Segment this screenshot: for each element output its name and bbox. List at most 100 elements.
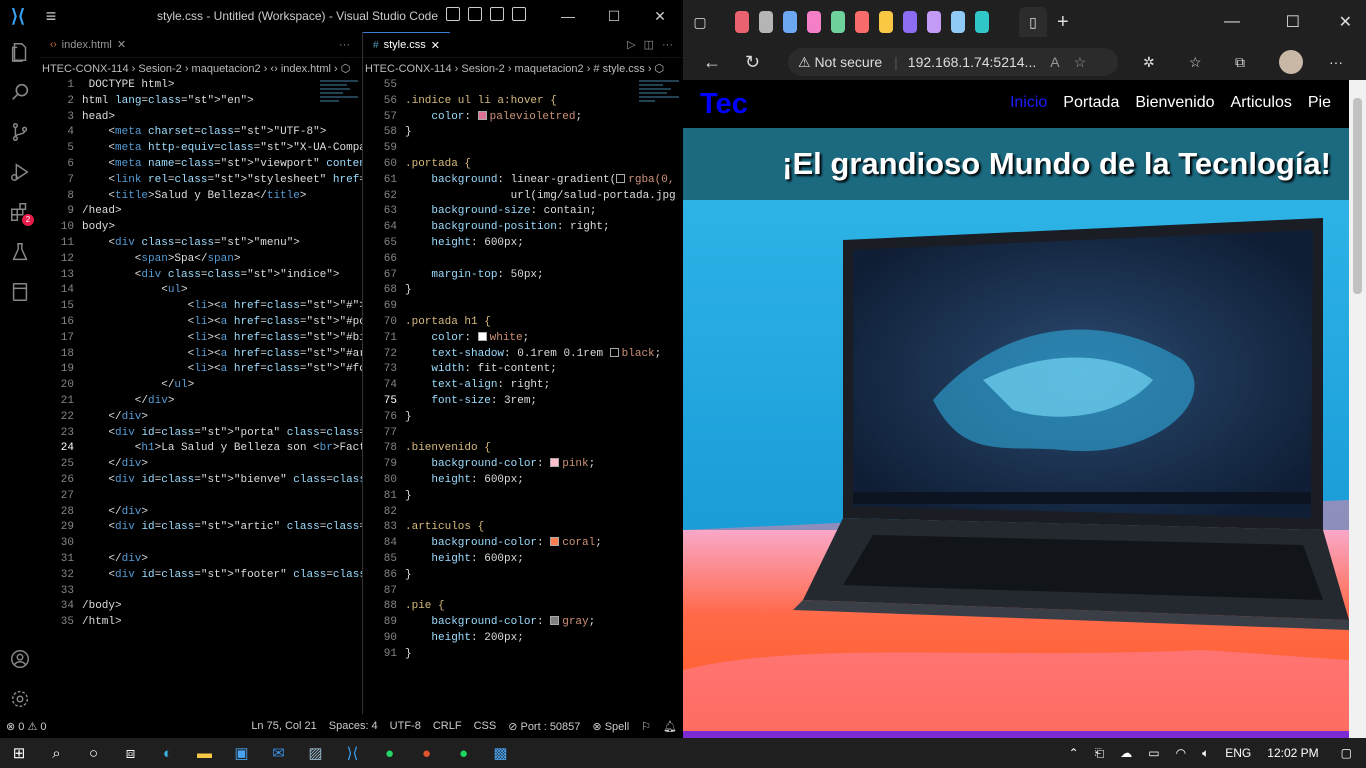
refresh-icon[interactable]: ↻ xyxy=(745,52,760,73)
minimap[interactable] xyxy=(639,78,679,158)
split-editor-icon[interactable]: ◫ xyxy=(644,38,662,51)
code-line[interactable]: 31 </div> xyxy=(40,552,362,568)
more-menu-icon[interactable]: ··· xyxy=(1329,54,1343,70)
edge-icon[interactable]: ◐ xyxy=(149,738,186,768)
code-line[interactable]: 68} xyxy=(363,283,683,299)
code-line[interactable]: 85 height: 600px; xyxy=(363,552,683,568)
remote-explorer-icon[interactable] xyxy=(0,272,40,312)
code-line[interactable]: 91} xyxy=(363,647,683,663)
new-tab-icon[interactable]: + xyxy=(1057,11,1069,34)
favorite-star-icon[interactable]: ☆ xyxy=(1074,54,1087,71)
code-line[interactable]: 13 <div class=class="st">"indice"> xyxy=(40,268,362,284)
not-secure-label[interactable]: ⚠ Not secure xyxy=(798,54,882,71)
code-line[interactable]: 62 url(img/salud-portada.jpg xyxy=(363,189,683,205)
code-line[interactable]: 84 background-color: coral; xyxy=(363,536,683,552)
toggle-secondary-sidebar-icon[interactable] xyxy=(490,7,504,21)
code-line[interactable]: 34/body> xyxy=(40,599,362,615)
explorer-icon[interactable] xyxy=(0,32,40,72)
code-line[interactable]: 18 <li><a href=class="st">"#artic">Artic… xyxy=(40,347,362,363)
code-line[interactable]: 12 <span>Spa</span> xyxy=(40,252,362,268)
store-icon[interactable]: ▣ xyxy=(223,738,260,768)
code-line[interactable]: 77 xyxy=(363,426,683,442)
problems-status[interactable]: ⊗ 0 ⚠ 0 xyxy=(0,720,52,733)
run-debug-icon[interactable] xyxy=(0,152,40,192)
code-line[interactable]: 14 <ul> xyxy=(40,283,362,299)
code-line[interactable]: 35/html> xyxy=(40,615,362,631)
site-logo[interactable]: Tec xyxy=(700,88,748,121)
minimize-icon[interactable]: — xyxy=(545,0,591,32)
browser-tab-favicon[interactable] xyxy=(855,11,869,33)
code-line[interactable]: 82 xyxy=(363,505,683,521)
search-icon[interactable] xyxy=(0,72,40,112)
feedback-icon[interactable]: ⚐ xyxy=(635,720,657,733)
browser-tab-favicon[interactable] xyxy=(927,11,941,33)
code-line[interactable]: 23 <div id=class="st">"porta" class=clas… xyxy=(40,426,362,442)
photos-icon[interactable]: ▨ xyxy=(297,738,334,768)
code-line[interactable]: 20 </ul> xyxy=(40,378,362,394)
tab-index-html[interactable]: ‹› index.html ✕ xyxy=(40,32,136,58)
breadcrumb[interactable]: HTEC-CONX-114 › Sesion-2 › maquetacion2 … xyxy=(40,58,362,78)
testing-icon[interactable] xyxy=(0,232,40,272)
close-icon[interactable]: ✕ xyxy=(637,0,683,32)
code-line[interactable]: 87 xyxy=(363,584,683,600)
code-line[interactable]: 90 height: 200px; xyxy=(363,631,683,647)
avatar[interactable] xyxy=(1279,50,1303,74)
browser-tab-favicon[interactable] xyxy=(735,11,749,33)
code-line[interactable]: 63 background-size: contain; xyxy=(363,204,683,220)
code-line[interactable]: 32 <div id=class="st">"footer" class=cla… xyxy=(40,568,362,584)
hamburger-menu-icon[interactable]: ≡ xyxy=(36,6,66,27)
indentation[interactable]: Spaces: 4 xyxy=(323,720,384,732)
code-line[interactable]: 24 <h1>La Salud y Belleza son <br>Fact xyxy=(40,441,362,457)
code-line[interactable]: 3 head> xyxy=(40,110,362,126)
maximize-icon[interactable]: ☐ xyxy=(591,0,637,32)
tab-actions-icon[interactable]: ▢ xyxy=(683,14,717,31)
language-mode[interactable]: CSS xyxy=(468,720,503,732)
code-line[interactable]: 88 .pie { xyxy=(363,599,683,615)
mail-icon[interactable]: ✉ xyxy=(260,738,297,768)
browser-tab-favicon[interactable] xyxy=(903,11,917,33)
spotify-icon[interactable]: ● xyxy=(445,738,482,768)
file-explorer-icon[interactable]: ▬ xyxy=(186,738,223,768)
spell-check[interactable]: ⊗ Spell xyxy=(586,720,635,733)
powerpoint-icon[interactable]: ● xyxy=(408,738,445,768)
code-line[interactable]: 29 <div id=class="st">"artic" class=clas… xyxy=(40,520,362,536)
favorites-icon[interactable]: ☆ xyxy=(1189,54,1202,71)
code-line[interactable]: 60 .portada { xyxy=(363,157,683,173)
browser-tab-favicon[interactable] xyxy=(951,11,965,33)
wifi-icon[interactable]: ◠ xyxy=(1168,746,1194,760)
code-line[interactable]: 71 color: white; xyxy=(363,331,683,347)
source-control-icon[interactable] xyxy=(0,112,40,152)
tab-close-icon[interactable]: ✕ xyxy=(117,38,126,51)
tab-close-icon[interactable]: ✕ xyxy=(431,39,440,52)
live-server-port[interactable]: ⊘ Port : 50857 xyxy=(502,720,586,733)
cortana-icon[interactable]: ○ xyxy=(75,738,112,768)
more-actions-icon[interactable]: ··· xyxy=(339,39,362,51)
code-line[interactable]: 7 <link rel=class="st">"stylesheet" href… xyxy=(40,173,362,189)
notifications-icon[interactable]: 🔔︎ xyxy=(657,720,683,733)
meet-now-icon[interactable]: ⎗ xyxy=(1087,746,1113,761)
code-line[interactable]: 73 width: fit-content; xyxy=(363,362,683,378)
browser-tab-favicon[interactable] xyxy=(807,11,821,33)
read-aloud-icon[interactable]: A xyxy=(1050,54,1059,70)
active-tab[interactable]: ▯ xyxy=(1019,7,1047,37)
clock[interactable]: 12:02 PM xyxy=(1259,746,1326,760)
code-line[interactable]: 78 .bienvenido { xyxy=(363,441,683,457)
code-line[interactable]: 22 </div> xyxy=(40,410,362,426)
browser-tab-favicon[interactable] xyxy=(759,11,773,33)
code-line[interactable]: 1 DOCTYPE html> xyxy=(40,78,362,94)
code-line[interactable]: 10 body> xyxy=(40,220,362,236)
windows-start-icon[interactable]: ⊞ xyxy=(0,738,38,768)
code-line[interactable]: 89 background-color: gray; xyxy=(363,615,683,631)
show-hidden-icons[interactable]: ⌃ xyxy=(1061,746,1087,760)
browser-tab-favicon[interactable] xyxy=(831,11,845,33)
code-line[interactable]: 59 xyxy=(363,141,683,157)
code-line[interactable]: 4 <meta charset=class="st">"UTF-8"> xyxy=(40,125,362,141)
toggle-panel-icon[interactable] xyxy=(468,7,482,21)
browser-tab-favicon[interactable] xyxy=(783,11,797,33)
code-line[interactable]: 33 xyxy=(40,584,362,600)
code-line[interactable]: 21 </div> xyxy=(40,394,362,410)
back-icon[interactable]: ← xyxy=(703,52,721,73)
code-line[interactable]: 28 </div> xyxy=(40,505,362,521)
code-line[interactable]: 55 xyxy=(363,78,683,94)
nav-link-inicio[interactable]: Inicio xyxy=(1010,94,1047,112)
